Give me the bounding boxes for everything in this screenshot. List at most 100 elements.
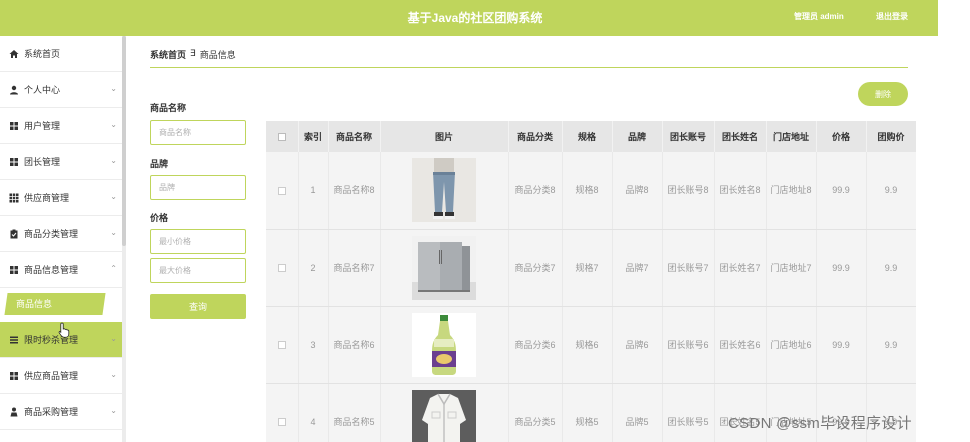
- select-all-checkbox[interactable]: [277, 133, 286, 142]
- table-row[interactable]: 3 商品名称6 商品分类6 规格6 品牌6 团长账号6 团长姓名6 门店地址6 …: [266, 306, 916, 384]
- column-header: 团购价: [866, 121, 916, 152]
- top-bar: 基于Java的社区团购系统 管理员 admin 退出登录: [0, 0, 938, 36]
- sidebar-item-label: 个人中心: [24, 85, 61, 95]
- goods-table: 索引 商品名称 图片 商品分类 规格 品牌 团长账号 团长姓名 门店地址 价格 …: [266, 121, 916, 442]
- sidebar-subitem-goods-info[interactable]: 商品信息: [4, 293, 106, 315]
- row-checkbox[interactable]: [277, 186, 286, 195]
- table-row[interactable]: 1 商品名称8 商品分类8 规格8 品牌8 团长账号8 团长姓名8 门店地址8 …: [266, 152, 916, 230]
- home-icon: [9, 49, 19, 59]
- row-checkbox[interactable]: [277, 264, 286, 273]
- user-label: 管理员 admin: [794, 12, 844, 21]
- delete-button[interactable]: 删除: [858, 82, 908, 106]
- sidebar-item-label: 系统首页: [24, 49, 61, 59]
- goods-name-input[interactable]: [150, 120, 246, 145]
- grid9-icon: [9, 193, 19, 203]
- row-checkbox-cell: [266, 383, 299, 442]
- sidebar-item-label: 供应商管理: [24, 193, 70, 203]
- brand-cell: 品牌7: [612, 229, 663, 307]
- min-price-input[interactable]: [150, 229, 246, 254]
- grid-icon: [9, 121, 19, 131]
- search-button[interactable]: 查询: [150, 294, 246, 319]
- spec-cell: 规格5: [562, 383, 613, 442]
- scrollbar-thumb[interactable]: [122, 36, 126, 246]
- brand-input[interactable]: [150, 175, 246, 200]
- row-checkbox-cell: [266, 152, 299, 230]
- product-image-jacket[interactable]: [412, 389, 476, 442]
- breadcrumb-current: 商品信息: [199, 50, 236, 60]
- grid-icon: [9, 157, 19, 167]
- breadcrumb-home[interactable]: 系统首页: [150, 48, 186, 61]
- image-cell: [380, 229, 509, 307]
- sidebar-item-label: 商品采购管理: [24, 407, 79, 417]
- price-cell: 99.9: [816, 152, 867, 230]
- column-header: 团长账号: [662, 121, 715, 152]
- index-cell: 1: [298, 152, 329, 230]
- logout-link[interactable]: 退出登录: [876, 0, 908, 34]
- grid-icon: [9, 371, 19, 381]
- watermark-text: CSDN @ssm毕设程序设计: [728, 415, 912, 432]
- sidebar-item-users[interactable]: 用户管理 ⌄: [0, 108, 125, 144]
- product-image-bottle[interactable]: [412, 312, 476, 377]
- column-header: 图片: [380, 121, 509, 152]
- chevron-down-icon: ⌄: [110, 334, 117, 343]
- row-checkbox-cell: [266, 229, 299, 307]
- clipboard-icon: [9, 229, 19, 239]
- column-header: 团长姓名: [714, 121, 767, 152]
- goods-name-cell: 商品名称6: [328, 306, 381, 384]
- brand-cell: 品牌8: [612, 152, 663, 230]
- sidebar-subitem-label: 商品信息: [16, 299, 53, 309]
- product-image-jeans[interactable]: [412, 158, 476, 223]
- sidebar-item-label: 供应商品管理: [24, 371, 79, 381]
- column-header: 商品名称: [328, 121, 381, 152]
- sidebar-item-leaders[interactable]: 团长管理 ⌄: [0, 144, 125, 180]
- product-image-fridge[interactable]: [412, 235, 476, 300]
- breadcrumb: 系统首页 ∃ 商品信息: [150, 48, 236, 61]
- sidebar-item-goods[interactable]: 商品信息管理 ⌃: [0, 252, 125, 288]
- brand-cell: 品牌6: [612, 306, 663, 384]
- address-cell: 门店地址6: [766, 306, 817, 384]
- spec-cell: 规格8: [562, 152, 613, 230]
- row-checkbox-cell: [266, 306, 299, 384]
- chevron-down-icon: ⌄: [110, 120, 117, 129]
- goods-name-cell: 商品名称7: [328, 229, 381, 307]
- index-cell: 3: [298, 306, 329, 384]
- group-price-cell: 9.9: [866, 229, 916, 307]
- index-cell: 2: [298, 229, 329, 307]
- max-price-input[interactable]: [150, 258, 246, 283]
- leader-account-cell: 团长账号8: [662, 152, 715, 230]
- group-price-cell: 9.9: [866, 152, 916, 230]
- index-cell: 4: [298, 383, 329, 442]
- category-cell: 商品分类7: [508, 229, 563, 307]
- sidebar-item-suppliers[interactable]: 供应商管理 ⌄: [0, 180, 125, 216]
- goods-name-cell: 商品名称8: [328, 152, 381, 230]
- sidebar-item-purchase[interactable]: 商品采购管理 ⌄: [0, 394, 125, 430]
- sidebar-item-profile[interactable]: 个人中心 ⌄: [0, 72, 125, 108]
- chevron-down-icon: ⌄: [110, 406, 117, 415]
- sidebar-item-home[interactable]: 系统首页: [0, 36, 125, 72]
- sidebar-item-supply-goods[interactable]: 供应商品管理 ⌄: [0, 358, 125, 394]
- sidebar-item-label: 商品信息管理: [24, 265, 79, 275]
- sidebar-scrollbar[interactable]: [122, 36, 126, 442]
- goods-name-label: 商品名称: [150, 103, 187, 113]
- category-cell: 商品分类8: [508, 152, 563, 230]
- table-row[interactable]: 2 商品名称7 商品分类7 规格7 品牌7 团长账号7 团长姓名7 门店地址7 …: [266, 229, 916, 307]
- image-cell: [380, 306, 509, 384]
- column-header: 价格: [816, 121, 867, 152]
- row-checkbox[interactable]: [277, 341, 286, 350]
- leader-name-cell: 团长姓名8: [714, 152, 767, 230]
- column-header: 索引: [298, 121, 329, 152]
- user-icon: [9, 85, 19, 95]
- address-cell: 门店地址7: [766, 229, 817, 307]
- chevron-down-icon: ⌄: [110, 228, 117, 237]
- chevron-down-icon: ⌄: [110, 84, 117, 93]
- sidebar-item-categories[interactable]: 商品分类管理 ⌄: [0, 216, 125, 252]
- sidebar-item-label: 团长管理: [24, 157, 61, 167]
- grid-icon: [9, 265, 19, 275]
- column-header: 门店地址: [766, 121, 817, 152]
- row-checkbox[interactable]: [277, 418, 286, 427]
- category-cell: 商品分类6: [508, 306, 563, 384]
- category-cell: 商品分类5: [508, 383, 563, 442]
- breadcrumb-divider: [150, 67, 908, 68]
- chevron-up-icon: ⌃: [110, 264, 117, 273]
- image-cell: [380, 383, 509, 442]
